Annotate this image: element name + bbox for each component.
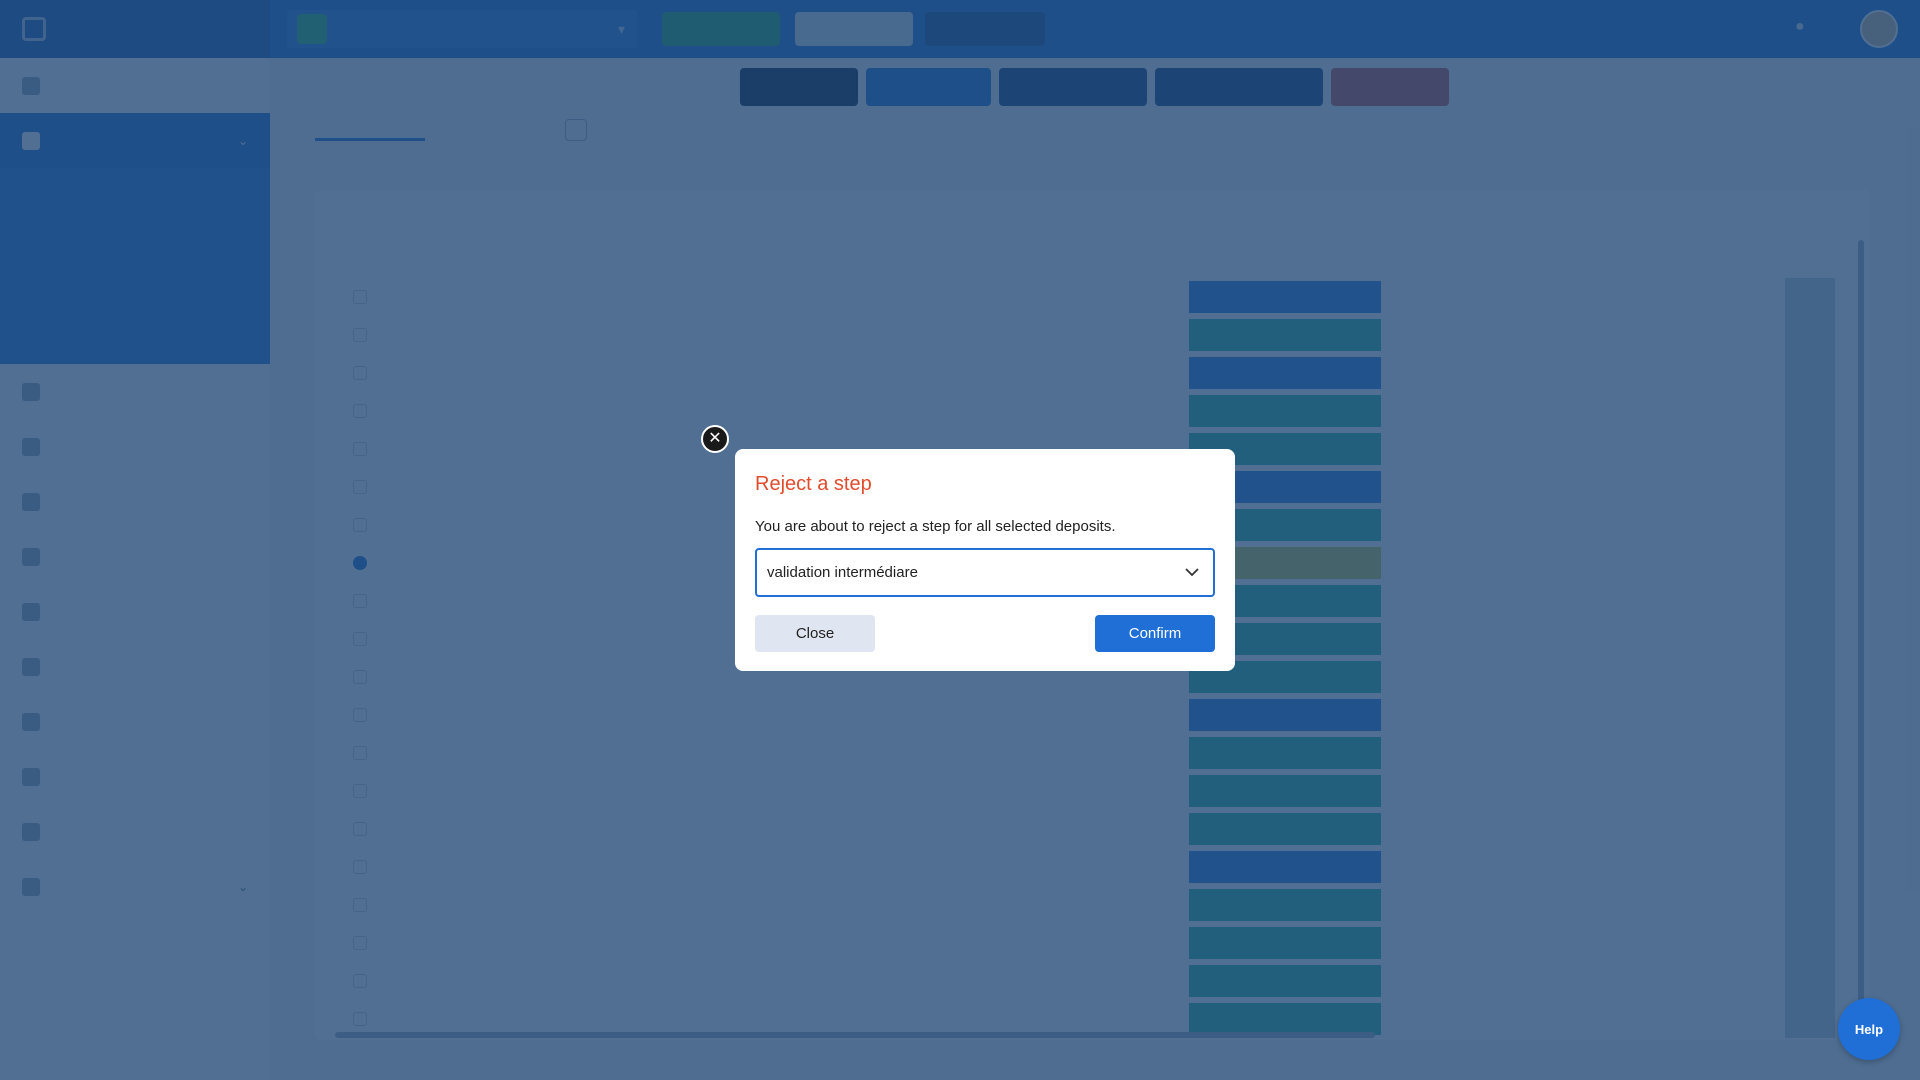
help-button[interactable]: Help <box>1838 998 1900 1060</box>
reject-step-modal: Reject a step You are about to reject a … <box>735 449 1235 671</box>
step-select-value: validation intermédiare <box>767 564 918 581</box>
confirm-button[interactable]: Confirm <box>1095 615 1215 652</box>
chevron-down-icon <box>1185 568 1199 577</box>
step-select[interactable]: validation intermédiare <box>755 548 1215 597</box>
modal-title: Reject a step <box>755 473 872 495</box>
close-button[interactable]: Close <box>755 615 875 652</box>
close-icon[interactable]: ✕ <box>701 425 729 453</box>
modal-message: You are about to reject a step for all s… <box>755 518 1116 535</box>
modal-actions: Close Confirm <box>755 615 1215 652</box>
